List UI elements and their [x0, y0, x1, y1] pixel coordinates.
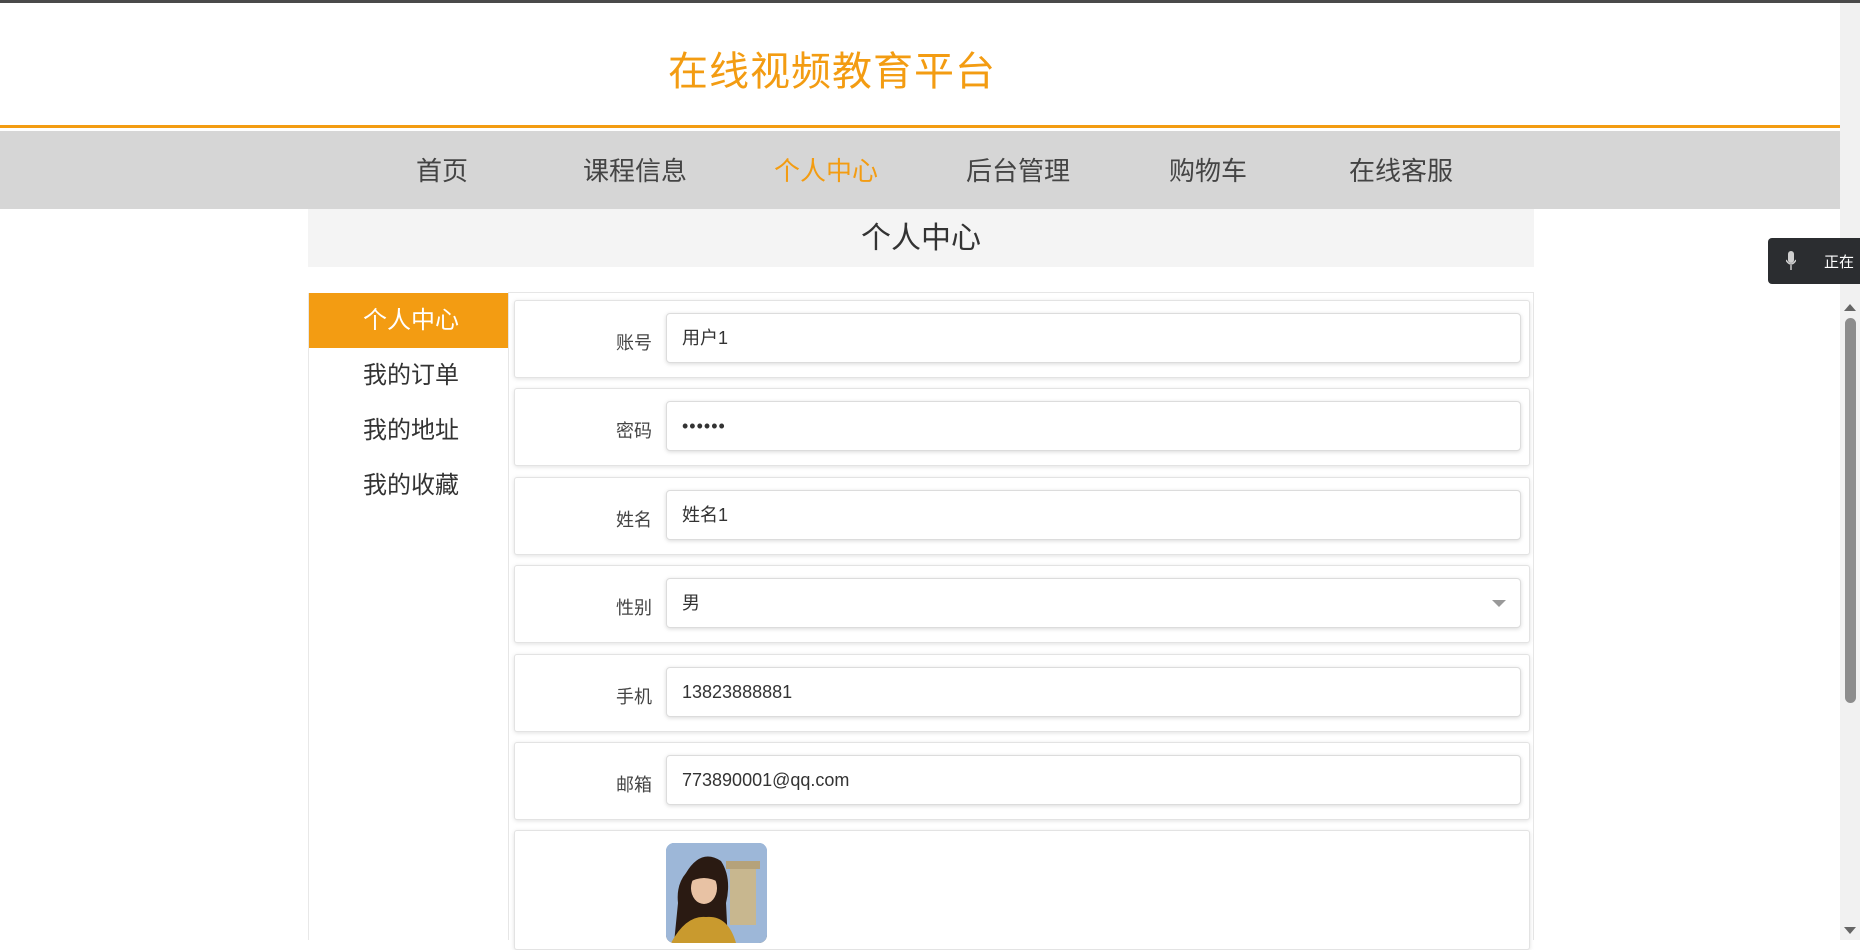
account-label: 账号 — [616, 333, 652, 354]
page-title: 个人中心 — [861, 221, 981, 256]
name-label: 姓名 — [616, 510, 652, 531]
scrollbar-thumb[interactable] — [1845, 318, 1856, 703]
account-field[interactable]: 用户1 — [666, 313, 1521, 363]
voice-input-widget[interactable]: 正在 — [1768, 238, 1860, 284]
site-header: 在线视频教育平台 — [0, 3, 1840, 128]
password-field[interactable]: •••••• — [666, 401, 1521, 451]
nav-item-admin[interactable]: 后台管理 — [966, 151, 1070, 188]
email-field[interactable]: 773890001@qq.com — [666, 755, 1521, 805]
chevron-down-icon[interactable] — [1492, 600, 1506, 607]
email-label: 邮箱 — [616, 775, 652, 796]
profile-sidebar: 个人中心 我的订单 我的地址 我的收藏 — [308, 293, 509, 940]
form-row-name: 姓名 姓名1 — [514, 477, 1530, 555]
sidebar-item-favorites[interactable]: 我的收藏 — [309, 458, 509, 513]
form-row-avatar — [514, 830, 1530, 950]
phone-label: 手机 — [616, 687, 652, 708]
form-row-account: 账号 用户1 — [514, 300, 1530, 378]
microphone-icon — [1786, 251, 1796, 270]
name-field[interactable]: 姓名1 — [666, 490, 1521, 540]
sidebar-item-addresses[interactable]: 我的地址 — [309, 403, 509, 458]
form-row-gender: 性别 男 — [514, 565, 1530, 643]
nav-item-cart[interactable]: 购物车 — [1169, 151, 1247, 188]
main-nav: 首页 课程信息 个人中心 后台管理 购物车 在线客服 — [0, 131, 1840, 209]
avatar-photo — [666, 843, 767, 943]
password-label: 密码 — [616, 421, 652, 442]
sidebar-item-orders[interactable]: 我的订单 — [309, 348, 509, 403]
voice-status-text: 正在 — [1824, 253, 1855, 271]
nav-item-courses[interactable]: 课程信息 — [583, 151, 687, 188]
form-row-email: 邮箱 773890001@qq.com — [514, 742, 1530, 820]
form-row-phone: 手机 13823888881 — [514, 654, 1530, 732]
form-row-password: 密码 •••••• — [514, 388, 1530, 466]
page-heading-bar: 个人中心 — [308, 209, 1534, 267]
gender-select[interactable]: 男 — [666, 578, 1521, 628]
scroll-up-icon[interactable] — [1844, 304, 1856, 311]
nav-item-profile[interactable]: 个人中心 — [774, 151, 878, 188]
avatar[interactable] — [666, 843, 767, 943]
gender-label: 性别 — [616, 598, 652, 619]
site-title[interactable]: 在线视频教育平台 — [668, 39, 996, 97]
gender-selected-value: 男 — [682, 593, 700, 613]
nav-item-support[interactable]: 在线客服 — [1349, 151, 1453, 188]
sidebar-item-profile[interactable]: 个人中心 — [309, 293, 509, 348]
profile-form: 账号 用户1 密码 •••••• 姓名 姓名1 性别 男 手机 13823888… — [508, 292, 1534, 950]
scroll-down-icon[interactable] — [1844, 927, 1856, 934]
phone-field[interactable]: 13823888881 — [666, 667, 1521, 717]
nav-item-home[interactable]: 首页 — [416, 151, 468, 188]
